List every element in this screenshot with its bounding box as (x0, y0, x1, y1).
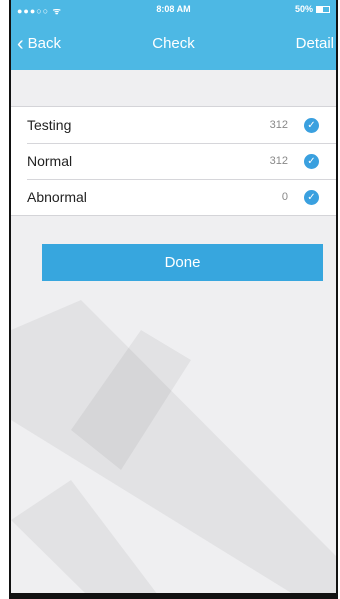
phone-screen: ●●●○○ ᯤ 8:08 AM 50% ‹ Back Check Detail … (9, 0, 338, 599)
checkmark-circle-icon: ✓ (304, 153, 319, 169)
battery-icon (316, 5, 330, 13)
check-list: Testing 312 ✓ Normal 312 ✓ Abnormal 0 ✓ (11, 106, 336, 216)
page-title: Check (152, 35, 195, 52)
watermark-graphic (11, 300, 336, 599)
list-item-testing[interactable]: Testing 312 ✓ (11, 107, 336, 143)
row-count: 0 (281, 191, 288, 203)
row-label: Testing (27, 117, 72, 133)
checkmark-circle-icon: ✓ (304, 189, 319, 205)
row-label: Abnormal (27, 189, 87, 205)
checkmark-circle-icon: ✓ (304, 117, 319, 133)
list-item-abnormal[interactable]: Abnormal 0 ✓ (11, 179, 336, 215)
status-time: 8:08 AM (156, 4, 191, 14)
done-button[interactable]: Done (42, 244, 323, 281)
detail-button[interactable]: Detail (296, 35, 334, 52)
device-frame-bottom (9, 593, 338, 599)
row-count: 312 (269, 119, 288, 131)
status-bar: ●●●○○ ᯤ 8:08 AM 50% (11, 0, 336, 17)
battery-status: 50% (295, 4, 330, 14)
row-label: Normal (27, 153, 73, 169)
navigation-bar: ‹ Back Check Detail (11, 17, 336, 70)
battery-percent: 50% (294, 4, 313, 14)
row-count: 312 (269, 155, 288, 167)
list-item-normal[interactable]: Normal 312 ✓ (11, 143, 336, 179)
